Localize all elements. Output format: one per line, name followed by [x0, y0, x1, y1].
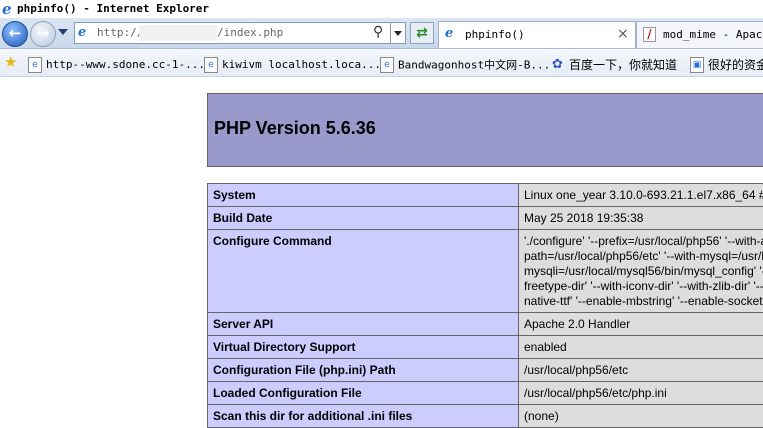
table-row: System Linux one_year 3.10.0-693.21.1.el7… [208, 184, 763, 207]
row-value-line: path=/usr/local/php56/etc' '--with-mysql… [524, 249, 763, 264]
history-dropdown-icon[interactable] [58, 29, 68, 35]
window-title: phpinfo() - Internet Explorer [17, 2, 209, 15]
favorite-link[interactable]: ▣很好的资金 [690, 54, 763, 72]
row-key: Configuration File (php.ini) Path [208, 359, 519, 382]
row-value-line: /usr/local/php56/etc [524, 363, 763, 378]
table-row: Loaded Configuration File/usr/local/php5… [208, 382, 763, 405]
table-row: Virtual Directory Support enabled [208, 336, 763, 359]
row-key: Configure Command [208, 230, 519, 313]
row-key: System [208, 184, 519, 207]
row-value: './configure' '--prefix=/usr/local/php56… [519, 230, 763, 313]
page-content: PHP Version 5.6.36 System Linux one_year … [0, 77, 763, 420]
tab-label: phpinfo() [465, 28, 525, 41]
tab-mod-mime[interactable]: / mod_mime - Apache [636, 21, 763, 48]
table-row: Configuration File (php.ini) Path/usr/lo… [208, 359, 763, 382]
url-path: /index.php [217, 26, 283, 39]
page-icon: e [28, 57, 42, 73]
row-value: enabled [519, 336, 763, 359]
forward-button[interactable]: → [30, 21, 56, 47]
page-icon: e [204, 57, 218, 73]
row-key: Scan this dir for additional .ini files [208, 405, 519, 428]
search-icon[interactable]: ⚲ [373, 24, 383, 41]
pdf-page-icon: / [643, 27, 656, 42]
row-value-line: (none) [524, 409, 763, 424]
row-value-line: enabled [524, 340, 763, 355]
refresh-button[interactable]: ⇄ [410, 22, 434, 44]
row-value-line: May 25 2018 19:35:38 [524, 211, 763, 226]
row-key: Build Date [208, 207, 519, 230]
table-row: Scan this dir for additional .ini files (… [208, 405, 763, 428]
favorite-link[interactable]: ekiwivm localhost.loca... [204, 54, 381, 72]
chevron-down-icon [394, 31, 402, 36]
tab-label: mod_mime - Apache [663, 28, 763, 41]
ie-page-icon: e [445, 26, 453, 42]
favorites-star-icon[interactable]: ★ [4, 53, 17, 71]
favorites-bar: ★ ehttp--www.sdone.cc-1-... ekiwivm loca… [0, 49, 763, 77]
row-value-line: Apache 2.0 Handler [524, 317, 763, 332]
row-value: Apache 2.0 Handler [519, 313, 763, 336]
table-row: Build Date May 25 2018 19:35:38 [208, 207, 763, 230]
url-prefix: http:// [97, 26, 143, 39]
row-value: /usr/local/php56/etc/php.ini [519, 382, 763, 405]
row-value: May 25 2018 19:35:38 [519, 207, 763, 230]
address-bar[interactable]: e http:// /index.php ⚲ [74, 22, 392, 44]
favorite-link[interactable]: ✿百度一下，你就知道 [552, 54, 677, 72]
row-value-line: mysqli=/usr/local/mysql56/bin/mysql_conf… [524, 264, 763, 279]
baidu-paw-icon: ✿ [552, 57, 566, 72]
phpinfo-table: System Linux one_year 3.10.0-693.21.1.el7… [207, 183, 763, 428]
ie-page-icon: e [78, 25, 86, 41]
close-icon[interactable]: × [617, 26, 629, 42]
table-row: Configure Command './configure' '--prefix… [208, 230, 763, 313]
row-value: (none) [519, 405, 763, 428]
row-value-line: './configure' '--prefix=/usr/local/php56… [524, 234, 763, 249]
favorite-link[interactable]: eBandwagonhost中文网-B... [380, 54, 550, 72]
row-value-line: native-ttf' '--enable-mbstring' '--enabl… [524, 294, 763, 309]
ie-logo-icon: e [2, 1, 16, 17]
row-key: Loaded Configuration File [208, 382, 519, 405]
favorite-link[interactable]: ehttp--www.sdone.cc-1-... [28, 54, 205, 72]
php-version-heading: PHP Version 5.6.36 [214, 118, 376, 139]
back-button[interactable]: ← [2, 21, 28, 47]
row-key: Virtual Directory Support [208, 336, 519, 359]
address-dropdown-button[interactable] [390, 22, 406, 44]
tab-phpinfo[interactable]: e phpinfo() × [438, 21, 636, 48]
row-value-line: Linux one_year 3.10.0-693.21.1.el7.x86_6… [524, 188, 763, 203]
navigation-bar: ← → e http:// /index.php ⚲ ⇄ e phpinfo()… [0, 18, 763, 49]
row-value-line: freetype-dir' '--with-iconv-dir' '--with… [524, 279, 763, 294]
row-value: Linux one_year 3.10.0-693.21.1.el7.x86_6… [519, 184, 763, 207]
row-value: /usr/local/php56/etc [519, 359, 763, 382]
title-bar: e phpinfo() - Internet Explorer [0, 0, 763, 18]
page-icon: ▣ [690, 57, 704, 73]
table-row: Server API Apache 2.0 Handler [208, 313, 763, 336]
url-redacted [139, 25, 217, 41]
page-icon: e [380, 57, 394, 73]
row-key: Server API [208, 313, 519, 336]
row-value-line: /usr/local/php56/etc/php.ini [524, 386, 763, 401]
php-header: PHP Version 5.6.36 [207, 93, 763, 167]
